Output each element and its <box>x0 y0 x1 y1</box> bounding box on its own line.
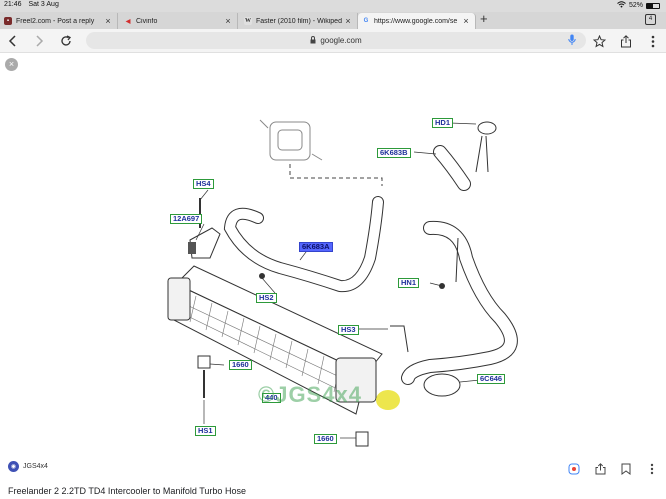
wifi-icon <box>617 1 626 10</box>
label-hn1: HN1 <box>398 278 420 288</box>
more-options-button[interactable] <box>646 463 658 475</box>
bookmark-icon <box>621 463 631 475</box>
battery-percent: 52% <box>628 2 643 9</box>
image-actions <box>568 463 658 475</box>
more-vertical-icon <box>651 35 655 47</box>
back-icon <box>8 35 16 47</box>
label-hs1: HS1 <box>195 426 216 436</box>
back-button[interactable] <box>4 32 22 50</box>
wikipedia-icon: W <box>244 17 252 25</box>
star-icon <box>592 34 606 48</box>
close-tab-icon[interactable]: × <box>103 16 113 26</box>
google-icon: G <box>363 18 369 24</box>
reload-button[interactable] <box>57 32 75 50</box>
microphone-icon[interactable] <box>568 34 576 48</box>
label-hs3: HS3 <box>338 325 359 335</box>
close-tab-icon[interactable]: × <box>461 16 471 26</box>
tab-freel2[interactable]: ▪ Freel2.com - Post a reply × <box>0 13 118 29</box>
share-button[interactable] <box>617 32 635 50</box>
url-text: google.com <box>320 36 362 45</box>
tab-count-button[interactable]: 4 <box>645 14 656 25</box>
mount-1660-icon <box>197 355 211 369</box>
tab-civinfo[interactable]: ◀ Civinfo × <box>120 13 238 29</box>
label-1660: 1660 <box>229 360 252 370</box>
label-1660-lower: 1660 <box>314 434 337 444</box>
throttle-body-icon <box>259 119 323 161</box>
image-source[interactable]: ◉ JGS4x4 <box>8 461 48 472</box>
site-favicon-icon: ◉ <box>8 461 19 472</box>
source-name: JGS4x4 <box>23 463 48 470</box>
civinfo-icon: ◀ <box>125 18 131 25</box>
tab-wikipedia[interactable]: W Faster (2010 film) - Wikiped × <box>240 13 358 29</box>
close-preview-button[interactable]: × <box>5 58 18 71</box>
bookmark-button[interactable] <box>590 32 608 50</box>
date: Sat 3 Aug <box>28 1 59 8</box>
tab-title: Faster (2010 film) - Wikiped <box>256 17 342 25</box>
tab-strip: ▪ Freel2.com - Post a reply × ◀ Civinfo … <box>0 11 666 29</box>
share-icon <box>621 34 631 47</box>
tab-title: Civinfo <box>136 17 158 25</box>
save-image-button[interactable] <box>620 463 632 475</box>
label-hs4: HS4 <box>193 179 214 189</box>
menu-button[interactable] <box>644 32 662 50</box>
address-bar[interactable]: google.com <box>86 32 586 49</box>
battery-icon <box>646 2 660 9</box>
close-tab-icon[interactable]: × <box>223 16 233 26</box>
bolt-hs3-icon <box>390 325 409 353</box>
clip-hd1-icon <box>477 121 497 135</box>
close-tab-icon[interactable]: × <box>343 16 353 26</box>
sensor-icon <box>188 242 196 254</box>
label-hs2: HS2 <box>256 293 277 303</box>
label-6k683b: 6K683B <box>377 148 411 158</box>
image-caption[interactable]: Freelander 2 2.2TD TD4 Intercooler to Ma… <box>8 486 246 496</box>
tab-title: Freel2.com - Post a reply <box>16 17 95 25</box>
new-tab-button[interactable]: + <box>480 11 488 26</box>
lens-button[interactable] <box>568 463 580 475</box>
clock: 21:46 <box>4 1 22 8</box>
lens-icon <box>568 463 580 475</box>
toolbar: google.com <box>0 29 666 53</box>
label-6c646: 6C646 <box>477 374 506 384</box>
label-6k683a: 6K683A <box>299 242 333 252</box>
watermark: ©JGS4x4 <box>258 382 362 407</box>
forward-button[interactable] <box>30 32 48 50</box>
label-hd1: HD1 <box>432 118 454 128</box>
freel2-icon: ▪ <box>4 17 12 25</box>
highlight-mark <box>376 390 400 410</box>
forward-icon <box>36 35 44 47</box>
reload-icon <box>61 35 72 46</box>
status-bar: 21:46 Sat 3 Aug 52% <box>0 0 666 12</box>
lock-icon <box>310 35 316 46</box>
tab-google[interactable]: G https://www.google.com/se × <box>358 13 476 29</box>
share-icon <box>595 463 605 475</box>
leader-line <box>289 164 383 186</box>
label-12a697: 12A697 <box>170 214 203 224</box>
mount-1660b-icon <box>355 431 369 447</box>
tab-title: https://www.google.com/se <box>374 17 458 25</box>
more-vertical-icon <box>650 463 654 475</box>
share-image-button[interactable] <box>594 463 606 475</box>
hose-connector-icon <box>423 373 461 397</box>
